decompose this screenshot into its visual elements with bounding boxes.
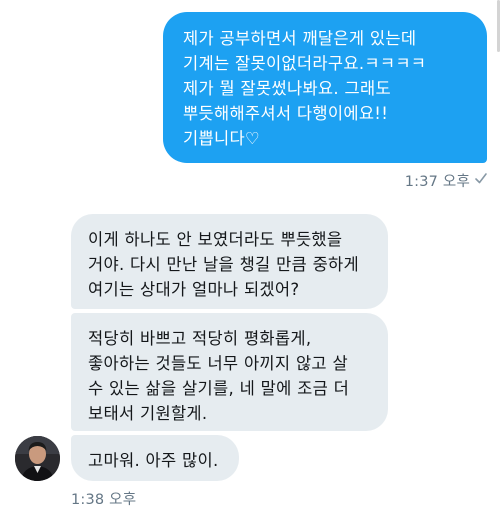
received-message-bubble[interactable]: 고마워. 아주 많이. <box>71 435 239 481</box>
avatar[interactable] <box>15 436 60 481</box>
sent-timestamp: 1:37 오후 <box>404 174 470 190</box>
check-icon <box>475 173 487 184</box>
avatar-image <box>15 436 60 481</box>
dm-conversation: 제가 공부하면서 깨달은게 있는데 기계는 잘못이없더라구요.ㅋㅋㅋㅋ 제가 뭘… <box>0 0 500 522</box>
sent-message-bubble[interactable]: 제가 공부하면서 깨달은게 있는데 기계는 잘못이없더라구요.ㅋㅋㅋㅋ 제가 뭘… <box>163 12 487 163</box>
received-timestamp: 1:38 오후 <box>71 492 137 508</box>
received-message-bubble[interactable]: 이게 하나도 안 보였더라도 뿌듯했을 거야. 다시 만난 날을 챙길 만큼 중… <box>71 214 388 309</box>
received-message-bubble[interactable]: 적당히 바쁘고 적당히 평화롭게, 좋아하는 것들도 너무 아끼지 않고 살 수… <box>71 313 388 431</box>
